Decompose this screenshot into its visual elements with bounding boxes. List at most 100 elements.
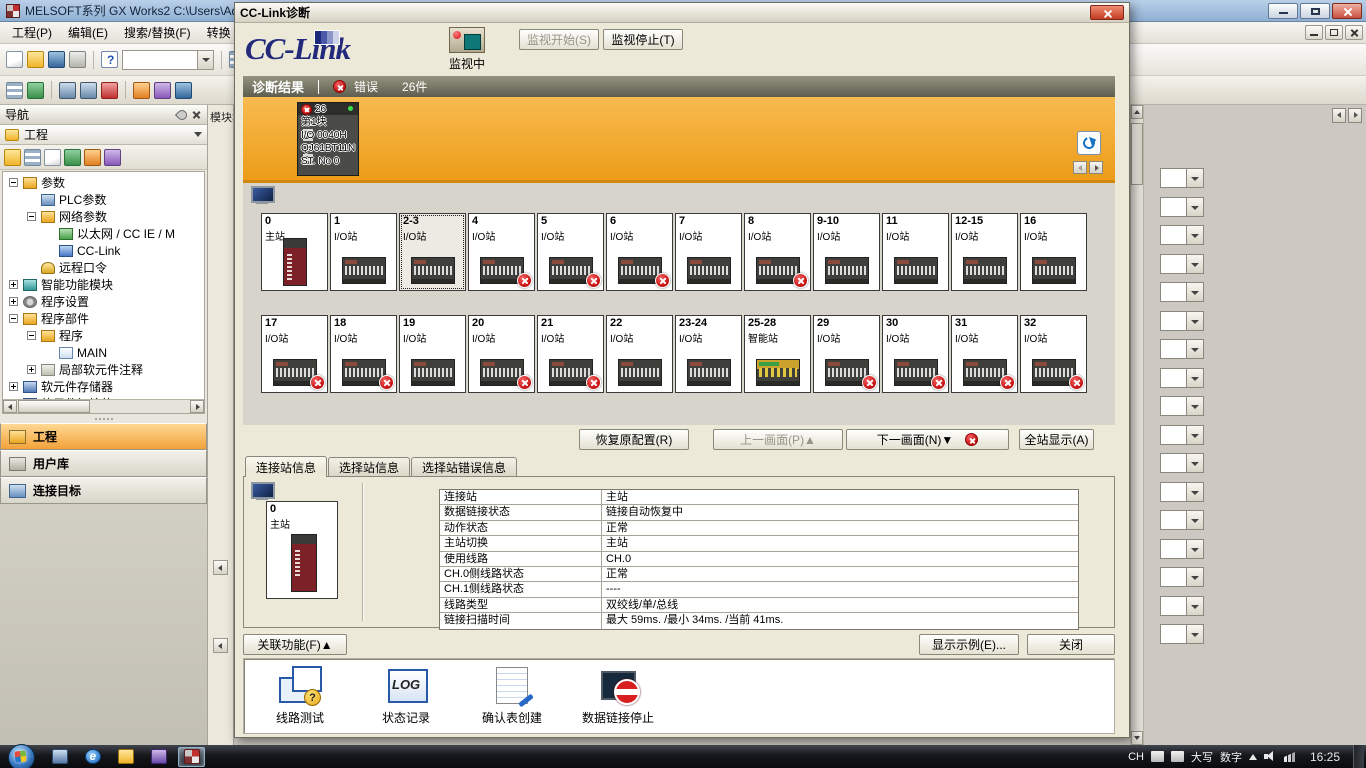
chevron-down-icon[interactable] <box>1187 197 1204 217</box>
dropdown-cell[interactable] <box>1160 624 1204 644</box>
ime-caps-indicator[interactable]: 大写 <box>1191 749 1213 765</box>
cell-value[interactable] <box>1160 567 1187 587</box>
cell-value[interactable] <box>1160 225 1187 245</box>
dropdown-cell[interactable] <box>1160 254 1204 274</box>
show-all-stations-button[interactable]: 全站显示(A) <box>1019 429 1094 450</box>
cell-value[interactable] <box>1160 624 1187 644</box>
dropdown-cell[interactable] <box>1160 282 1204 302</box>
function-button[interactable]: 线路测试 <box>258 664 342 726</box>
chevron-down-icon[interactable] <box>1187 282 1204 302</box>
taskbar-clock[interactable]: 16:25 <box>1304 750 1346 764</box>
mdi-restore-button[interactable] <box>1325 25 1343 40</box>
read-plc-icon[interactable] <box>175 82 192 99</box>
taskbar-item-explorer[interactable] <box>112 747 139 767</box>
tree-item[interactable]: 程序 <box>3 327 204 344</box>
function-button[interactable]: 状态记录 <box>358 664 454 726</box>
close-panel-icon[interactable] <box>191 109 202 120</box>
station-box[interactable]: 17 I/O站 <box>261 315 328 393</box>
tree-item[interactable]: 以太网 / CC IE / M <box>3 225 204 242</box>
ime-language-indicator[interactable]: CH <box>1128 751 1144 763</box>
scroll-down-icon[interactable] <box>1131 731 1143 745</box>
close-button[interactable] <box>1332 3 1362 19</box>
dropdown-cell[interactable] <box>1160 567 1204 587</box>
chevron-down-icon[interactable] <box>1187 624 1204 644</box>
chevron-down-icon[interactable] <box>1187 368 1204 388</box>
chevron-down-icon[interactable] <box>197 51 213 69</box>
tree-item[interactable]: 智能功能模块 <box>3 276 204 293</box>
dropdown-cell[interactable] <box>1160 596 1204 616</box>
dropdown-cell[interactable] <box>1160 225 1204 245</box>
chevron-down-icon[interactable] <box>1187 311 1204 331</box>
station-box[interactable]: 22 I/O站 <box>606 315 673 393</box>
next-screen-button[interactable]: 下一画面(N)▼ <box>846 429 1009 450</box>
info-tab[interactable]: 选择站错误信息 <box>411 457 517 476</box>
chevron-down-icon[interactable] <box>1187 482 1204 502</box>
chevron-down-icon[interactable] <box>1187 596 1204 616</box>
new-project-icon[interactable] <box>6 51 23 68</box>
dropdown-cell[interactable] <box>1160 197 1204 217</box>
nav-tool-sort-icon[interactable] <box>24 149 41 166</box>
navigation-section[interactable]: 工程 <box>0 125 207 145</box>
menu-convert[interactable]: 转换 <box>199 21 239 44</box>
expand-toggle-icon[interactable] <box>27 331 36 340</box>
expand-toggle-icon[interactable] <box>9 382 18 391</box>
start-button[interactable] <box>0 745 40 768</box>
toolbar-combobox[interactable] <box>122 50 214 70</box>
nav-tool-folder-icon[interactable] <box>4 149 21 166</box>
mdi-minimize-button[interactable] <box>1305 25 1323 40</box>
restore-config-button[interactable]: 恢复原配置(R) <box>579 429 689 450</box>
network-icon[interactable] <box>1284 751 1297 762</box>
station-box[interactable]: 19 I/O站 <box>399 315 466 393</box>
tab-scroll-left-icon[interactable] <box>1332 108 1346 123</box>
scroll-right-icon[interactable] <box>190 400 204 413</box>
close-dialog-button[interactable]: 关闭 <box>1027 634 1115 655</box>
tree-item[interactable]: CC-Link <box>3 242 204 259</box>
ime-keyboard-icon[interactable] <box>1151 751 1164 762</box>
station-box[interactable]: 0 主站 <box>261 213 328 291</box>
dropdown-cell[interactable] <box>1160 539 1204 559</box>
taskbar-item-window[interactable] <box>46 747 73 767</box>
maximize-button[interactable] <box>1300 3 1330 19</box>
dropdown-cell[interactable] <box>1160 482 1204 502</box>
chevron-down-icon[interactable] <box>1187 225 1204 245</box>
navigation-stack-button[interactable]: 用户库 <box>0 450 207 477</box>
station-box[interactable]: 20 I/O站 <box>468 315 535 393</box>
station-box[interactable]: 11 I/O站 <box>882 213 949 291</box>
tray-expand-icon[interactable] <box>1249 754 1257 760</box>
help-icon[interactable] <box>101 51 118 68</box>
chevron-down-icon[interactable] <box>1187 425 1204 445</box>
cell-value[interactable] <box>1160 453 1187 473</box>
device-monitor-icon[interactable] <box>59 82 76 99</box>
station-box[interactable]: 6 I/O站 <box>606 213 673 291</box>
panel-splitter[interactable] <box>0 414 207 423</box>
print-icon[interactable] <box>69 51 86 68</box>
station-box[interactable]: 30 I/O站 <box>882 315 949 393</box>
menu-find-replace[interactable]: 搜索/替换(F) <box>116 21 199 44</box>
monitor-stop-button[interactable]: 监视停止(T) <box>603 29 683 50</box>
dialog-close-button[interactable] <box>1090 5 1124 20</box>
nav-tool-device-icon[interactable] <box>64 149 81 166</box>
dropdown-cell[interactable] <box>1160 510 1204 530</box>
tree-item[interactable]: 程序部件 <box>3 310 204 327</box>
expand-toggle-icon[interactable] <box>9 280 18 289</box>
tree-item[interactable]: PLC参数 <box>3 191 204 208</box>
station-box[interactable]: 23-24 I/O站 <box>675 315 742 393</box>
previous-screen-button[interactable]: 上一画面(P)▲ <box>713 429 843 450</box>
scroll-left-icon[interactable] <box>213 638 228 653</box>
open-project-icon[interactable] <box>27 51 44 68</box>
station-box[interactable]: 8 I/O站 <box>744 213 811 291</box>
tree-item[interactable]: 网络参数 <box>3 208 204 225</box>
tree-item[interactable]: 程序设置 <box>3 293 204 310</box>
cell-value[interactable] <box>1160 596 1187 616</box>
cell-value[interactable] <box>1160 168 1187 188</box>
info-tab[interactable]: 连接站信息 <box>245 456 327 477</box>
chevron-down-icon[interactable] <box>1187 339 1204 359</box>
cell-value[interactable] <box>1160 396 1187 416</box>
scroll-left-icon[interactable] <box>213 560 228 575</box>
scroll-up-icon[interactable] <box>1131 105 1143 119</box>
chevron-down-icon[interactable] <box>1187 567 1204 587</box>
tree-item[interactable]: 软元件存储器 <box>3 378 204 395</box>
station-box[interactable]: 25-28 智能站 <box>744 315 811 393</box>
station-box[interactable]: 16 I/O站 <box>1020 213 1087 291</box>
cell-value[interactable] <box>1160 482 1187 502</box>
